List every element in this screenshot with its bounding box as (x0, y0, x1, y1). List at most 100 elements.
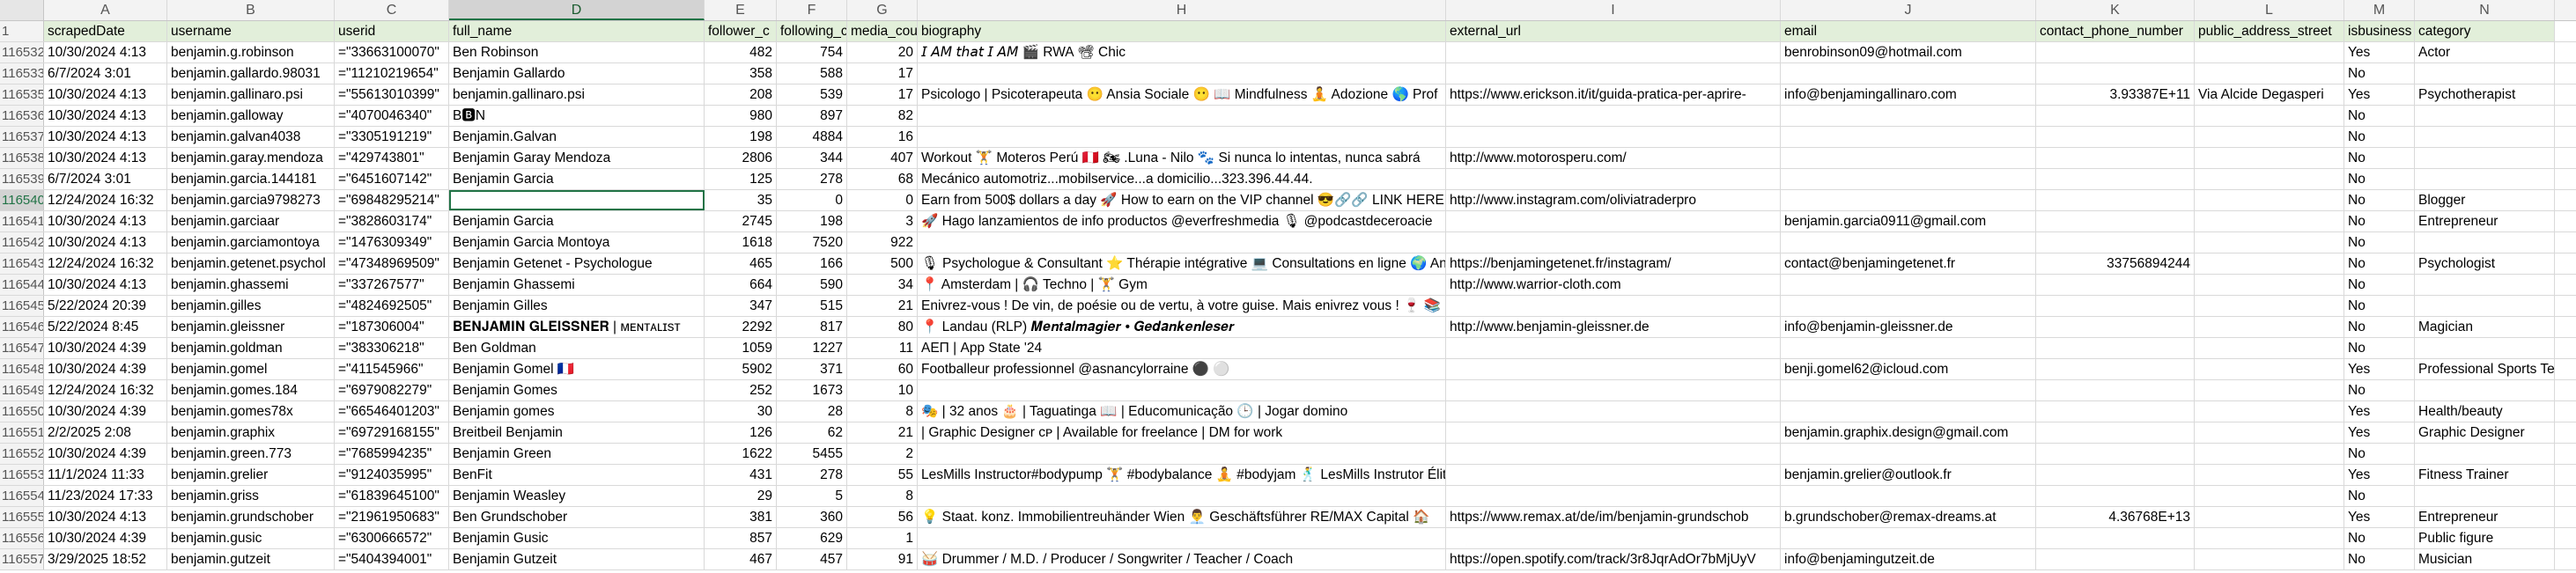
row-number[interactable]: 116532 (0, 42, 44, 62)
cell-d[interactable]: Benjamin Gilles (449, 296, 705, 316)
cell-f[interactable]: 515 (777, 296, 847, 316)
cell-b[interactable]: benjamin.gomel (167, 359, 335, 379)
row-number[interactable]: 116557 (0, 549, 44, 569)
cell-h[interactable] (918, 127, 1446, 147)
cell-a[interactable]: 11/1/2024 11:33 (44, 465, 167, 485)
field-header-contact_phone_number[interactable]: contact_phone_number (2036, 21, 2195, 41)
cell-c[interactable]: ="9124035995" (335, 465, 449, 485)
cell-j[interactable] (1781, 106, 2036, 126)
cell-m[interactable]: Yes (2344, 422, 2415, 443)
cell-f[interactable]: 457 (777, 549, 847, 569)
cell-c[interactable]: ="61839645100" (335, 486, 449, 506)
cell-j[interactable]: benrobinson09@hotmail.com (1781, 42, 2036, 62)
row-number[interactable]: 116542 (0, 232, 44, 253)
cell-i[interactable] (1446, 211, 1781, 231)
cell-f[interactable]: 897 (777, 106, 847, 126)
cell-a[interactable]: 10/30/2024 4:13 (44, 275, 167, 295)
cell-m[interactable]: No (2344, 338, 2415, 358)
cell-k[interactable] (2036, 190, 2195, 210)
field-header-username[interactable]: username (167, 21, 335, 41)
row-number[interactable]: 116533 (0, 63, 44, 84)
cell-c[interactable]: ="337267577" (335, 275, 449, 295)
cell-l[interactable]: Via Alcide Degasperi (2195, 84, 2344, 105)
cell-j[interactable] (1781, 232, 2036, 253)
cell-e[interactable]: 857 (705, 528, 777, 548)
cell-k[interactable] (2036, 63, 2195, 84)
cell-l[interactable] (2195, 106, 2344, 126)
cell-h[interactable]: 📍 Landau (RLP) 𝑴𝒆𝒏𝒕𝒂𝒍𝒎𝒂𝒈𝒊𝒆𝒓 • 𝑮𝒆𝒅𝒂𝒏𝒌𝒆𝒏𝒍𝒆… (918, 317, 1446, 337)
cell-i[interactable]: http://www.instagram.com/oliviatraderpro (1446, 190, 1781, 210)
cell-e[interactable]: 482 (705, 42, 777, 62)
cell-l[interactable] (2195, 486, 2344, 506)
cell-l[interactable] (2195, 465, 2344, 485)
cell-n[interactable]: Musician (2415, 549, 2555, 569)
cell-b[interactable]: benjamin.green.773 (167, 444, 335, 464)
cell-c[interactable]: ="6979082279" (335, 380, 449, 400)
row-number[interactable]: 116548 (0, 359, 44, 379)
cell-n[interactable] (2415, 380, 2555, 400)
row-number[interactable]: 116538 (0, 148, 44, 168)
cell-j[interactable]: benjamin.grelier@outlook.fr (1781, 465, 2036, 485)
cell-n[interactable]: Psychologist (2415, 253, 2555, 274)
cell-f[interactable]: 28 (777, 401, 847, 422)
column-header-d[interactable]: D (449, 0, 705, 20)
cell-j[interactable] (1781, 401, 2036, 422)
cell-g[interactable]: 80 (847, 317, 918, 337)
cell-k[interactable] (2036, 528, 2195, 548)
cell-a[interactable]: 10/30/2024 4:39 (44, 338, 167, 358)
cell-d[interactable]: Ben Goldman (449, 338, 705, 358)
cell-e[interactable]: 126 (705, 422, 777, 443)
cell-d[interactable]: Benjamin Ghassemi (449, 275, 705, 295)
cell-a[interactable]: 6/7/2024 3:01 (44, 169, 167, 189)
cell-j[interactable]: benjamin.garcia0911@gmail.com (1781, 211, 2036, 231)
cell-n[interactable] (2415, 275, 2555, 295)
cell-c[interactable]: ="21961950683" (335, 507, 449, 527)
cell-i[interactable] (1446, 380, 1781, 400)
cell-m[interactable]: Yes (2344, 401, 2415, 422)
cell-j[interactable] (1781, 63, 2036, 84)
row-number[interactable]: 116541 (0, 211, 44, 231)
cell-f[interactable]: 62 (777, 422, 847, 443)
cell-b[interactable]: benjamin.goldman (167, 338, 335, 358)
cell-g[interactable]: 1 (847, 528, 918, 548)
cell-e[interactable]: 664 (705, 275, 777, 295)
row-number[interactable]: 116550 (0, 401, 44, 422)
cell-m[interactable]: No (2344, 317, 2415, 337)
cell-c[interactable]: ="47348969509" (335, 253, 449, 274)
cell-c[interactable]: ="5404394001" (335, 549, 449, 569)
cell-f[interactable]: 5455 (777, 444, 847, 464)
cell-d[interactable]: B🅱N (449, 106, 705, 126)
cell-l[interactable] (2195, 148, 2344, 168)
cell-j[interactable]: b.grundschober@remax-dreams.at (1781, 507, 2036, 527)
cell-k[interactable] (2036, 401, 2195, 422)
cell-h[interactable]: LesMills Instructor#bodypump 🏋 #bodybala… (918, 465, 1446, 485)
column-header-j[interactable]: J (1781, 0, 2036, 20)
cell-d[interactable]: Breitbeil Benjamin (449, 422, 705, 443)
cell-i[interactable]: http://www.warrior-cloth.com (1446, 275, 1781, 295)
cell-g[interactable]: 2 (847, 444, 918, 464)
cell-m[interactable]: No (2344, 63, 2415, 84)
cell-c[interactable]: ="11210219654" (335, 63, 449, 84)
cell-n[interactable]: Actor (2415, 42, 2555, 62)
cell-d[interactable]: 𝐁𝐄𝐍𝐉𝐀𝐌𝐈𝐍 𝐆𝐋𝐄𝐈𝐒𝐒𝐍𝐄𝐑 | ᴍᴇɴᴛᴀʟɪsᴛ (449, 317, 705, 337)
cell-f[interactable]: 539 (777, 84, 847, 105)
cell-h[interactable] (918, 444, 1446, 464)
cell-m[interactable]: No (2344, 169, 2415, 189)
cell-h[interactable]: Footballeur professionnel @asnancylorrai… (918, 359, 1446, 379)
cell-n[interactable]: Fitness Trainer (2415, 465, 2555, 485)
cell-e[interactable]: 208 (705, 84, 777, 105)
cell-g[interactable]: 500 (847, 253, 918, 274)
cell-g[interactable]: 91 (847, 549, 918, 569)
cell-c[interactable]: ="6451607142" (335, 169, 449, 189)
cell-m[interactable]: No (2344, 148, 2415, 168)
cell-a[interactable]: 10/30/2024 4:13 (44, 106, 167, 126)
cell-i[interactable] (1446, 528, 1781, 548)
cell-j[interactable]: info@benjamingutzeit.de (1781, 549, 2036, 569)
cell-b[interactable]: benjamin.gallinaro.psi (167, 84, 335, 105)
column-header-f[interactable]: F (777, 0, 847, 20)
cell-c[interactable]: ="187306004" (335, 317, 449, 337)
field-header-scrapeddate[interactable]: scrapedDate (44, 21, 167, 41)
cell-b[interactable]: benjamin.grundschober (167, 507, 335, 527)
row-number[interactable]: 116549 (0, 380, 44, 400)
cell-i[interactable]: https://benjamingetenet.fr/instagram/ (1446, 253, 1781, 274)
